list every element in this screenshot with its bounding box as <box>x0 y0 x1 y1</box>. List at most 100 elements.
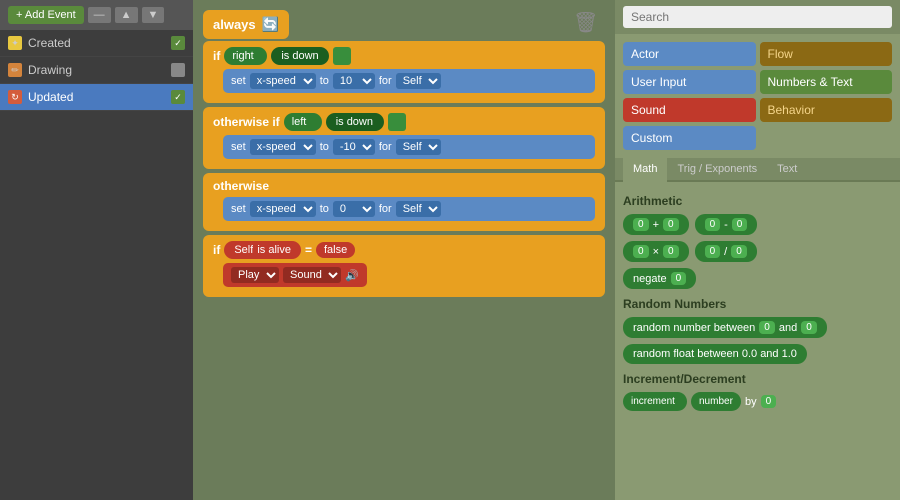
sidebar: + Add Event — ▲ ▼ ✦ Created ✓ ✏ Drawing … <box>0 0 193 500</box>
cat-flow-button[interactable]: Flow <box>760 42 893 66</box>
sidebar-item-label: Updated <box>28 90 165 104</box>
if-alive-row: if Self is alive = false <box>213 241 595 259</box>
created-check: ✓ <box>171 36 185 50</box>
for-label-1: for <box>379 75 392 87</box>
always-loop-icon: 🔄 <box>262 16 279 33</box>
cat-behavior-button[interactable]: Behavior <box>760 98 893 122</box>
by-label: by <box>745 396 757 408</box>
div-chip[interactable]: 0 / 0 <box>695 241 757 262</box>
tab-math[interactable]: Math <box>623 158 667 182</box>
always-block: always 🔄 <box>203 10 289 39</box>
mul-div-row: 0 × 0 0 / 0 <box>623 241 892 262</box>
eq-sign: = <box>305 243 312 257</box>
sidebar-item-created[interactable]: ✦ Created ✓ <box>0 30 193 57</box>
to-label-2: to <box>320 141 329 153</box>
to-label-1: to <box>320 75 329 87</box>
always-label: always <box>213 17 256 32</box>
search-input[interactable] <box>623 6 892 28</box>
search-bar <box>615 0 900 34</box>
sound-select[interactable]: Sound <box>283 267 341 283</box>
otherwise-keyword: otherwise <box>213 179 269 193</box>
by-num: 0 <box>761 395 777 408</box>
sidebar-header: + Add Event — ▲ ▼ <box>0 0 193 30</box>
is-down-select-2[interactable]: is down is up <box>336 116 374 128</box>
self-select-alive[interactable]: Self <box>234 244 253 256</box>
add-chip[interactable]: 0 + 0 <box>623 214 689 235</box>
sub-chip[interactable]: 0 - 0 <box>695 214 758 235</box>
negate-chip[interactable]: negate 0 <box>623 268 696 289</box>
is-down-select[interactable]: is down is up <box>281 50 319 62</box>
number-chip[interactable]: number <box>691 392 741 411</box>
xspeed-select-2[interactable]: x-speed y-speed <box>250 139 316 155</box>
number-select[interactable]: number <box>699 396 733 407</box>
otherwise-if-row: otherwise if left right is down is up <box>213 113 595 131</box>
collapse-button[interactable]: — <box>88 7 111 23</box>
is-down-dropdown[interactable]: is down is up <box>271 47 329 65</box>
cat-sound-button[interactable]: Sound <box>623 98 756 122</box>
condition-box-2 <box>388 113 406 131</box>
sidebar-item-drawing[interactable]: ✏ Drawing <box>0 57 193 84</box>
tab-trig[interactable]: Trig / Exponents <box>667 158 767 182</box>
tab-text[interactable]: Text <box>767 158 807 182</box>
mul-chip[interactable]: 0 × 0 <box>623 241 689 262</box>
random-float-chip[interactable]: random float between 0.0 and 1.0 <box>623 344 807 364</box>
blocks-panel: Arithmetic 0 + 0 0 - 0 0 × 0 0 / 0 <box>615 182 900 500</box>
value-select-1[interactable]: 10 -10 0 <box>333 73 375 89</box>
cat-actor-button[interactable]: Actor <box>623 42 756 66</box>
sub-num2: 0 <box>732 218 748 231</box>
self-alive-pill[interactable]: Self is alive <box>224 241 301 259</box>
set-block-1: set x-speed y-speed to 10 -10 0 for Self <box>223 69 595 93</box>
for-label-3: for <box>379 203 392 215</box>
is-down-dropdown-2[interactable]: is down is up <box>326 113 384 131</box>
negate-num: 0 <box>671 272 687 285</box>
mul-num2: 0 <box>663 245 679 258</box>
if-row-1: if right left up down is down is up <box>213 47 595 65</box>
xspeed-select-3[interactable]: x-speed <box>250 201 316 217</box>
cat-numbers-button[interactable]: Numbers & Text <box>760 70 893 94</box>
random-float-label: random float between 0.0 and 1.0 <box>633 348 797 360</box>
self-select-3[interactable]: Self <box>396 201 441 217</box>
is-alive-label: is alive <box>257 244 291 256</box>
right-panel: Actor Flow User Input Numbers & Text Sou… <box>615 0 900 500</box>
self-select-2[interactable]: Self <box>396 139 441 155</box>
speaker-icon: 🔊 <box>345 269 359 282</box>
set-label: set <box>231 75 246 87</box>
set-label-3: set <box>231 203 246 215</box>
value-select-3[interactable]: 0 10 -10 <box>333 201 375 217</box>
move-down-button[interactable]: ▼ <box>142 7 165 23</box>
increment-select[interactable]: increment decrement <box>631 396 679 407</box>
if-keyword: if <box>213 49 220 63</box>
left-dropdown[interactable]: left right <box>284 113 322 131</box>
xspeed-select-1[interactable]: x-speed y-speed <box>250 73 316 89</box>
value-select-2[interactable]: -10 10 0 <box>333 139 375 155</box>
random-between-chip[interactable]: random number between 0 and 0 <box>623 317 827 338</box>
main-canvas: 🗑 always 🔄 if right left up down is down… <box>193 0 615 500</box>
direction-select[interactable]: right left up down <box>232 50 259 62</box>
mul-sign: × <box>653 246 659 258</box>
negate-row: negate 0 <box>623 268 892 289</box>
sidebar-item-updated[interactable]: ↻ Updated ✓ <box>0 84 193 111</box>
self-select-1[interactable]: Self <box>396 73 441 89</box>
set-label-2: set <box>231 141 246 153</box>
trash-icon[interactable]: 🗑 <box>573 10 605 42</box>
arithmetic-label: Arithmetic <box>623 194 892 208</box>
updated-check: ✓ <box>171 90 185 104</box>
left-select[interactable]: left right <box>292 116 314 128</box>
minus-sign: - <box>724 219 728 231</box>
right-dropdown[interactable]: right left up down <box>224 47 267 65</box>
increment-chip[interactable]: increment decrement <box>623 392 687 411</box>
condition-box-1 <box>333 47 351 65</box>
play-select[interactable]: Play <box>231 267 279 283</box>
div-sign: / <box>724 246 727 258</box>
increment-row: increment decrement number by 0 <box>623 392 892 411</box>
add-event-button[interactable]: + Add Event <box>8 6 84 24</box>
random-between-label: random number between <box>633 322 755 334</box>
cat-custom-button[interactable]: Custom <box>623 126 756 150</box>
if-block-1: if right left up down is down is up set <box>203 41 605 103</box>
false-value: false <box>316 242 355 258</box>
created-icon: ✦ <box>8 36 22 50</box>
if-alive-block: if Self is alive = false Play Sound 🔊 <box>203 235 605 297</box>
add-num1: 0 <box>633 218 649 231</box>
move-up-button[interactable]: ▲ <box>115 7 138 23</box>
cat-user-input-button[interactable]: User Input <box>623 70 756 94</box>
